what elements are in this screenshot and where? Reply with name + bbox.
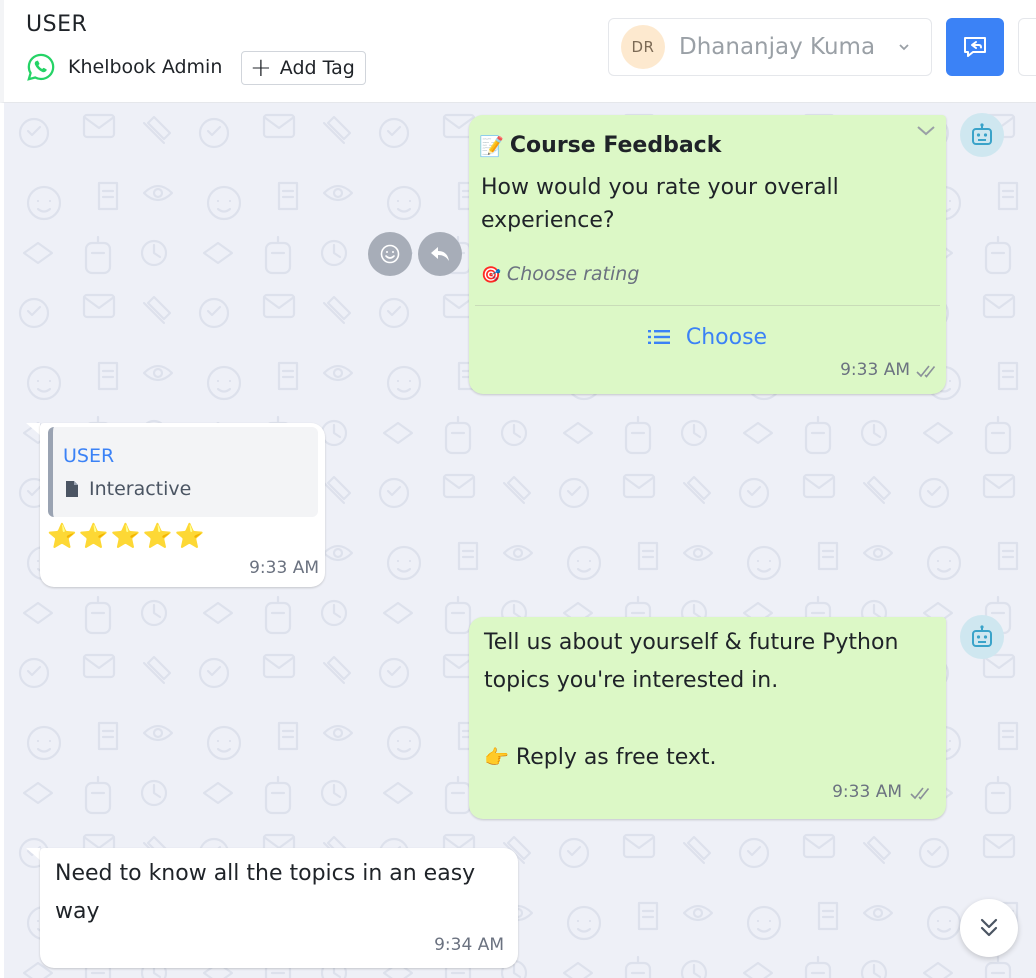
quoted-message[interactable]: USER Interactive <box>48 427 318 517</box>
message-time: 9:33 AM <box>249 558 319 578</box>
choose-label: Choose <box>685 324 768 350</box>
chevron-down-icon[interactable] <box>914 121 938 141</box>
message-title: 📝 Course Feedback <box>479 133 721 158</box>
message-body: Need to know all the topics in an easy w… <box>55 861 476 924</box>
divider <box>475 305 940 306</box>
memo-emoji: 📝 <box>479 133 504 158</box>
message-hint: 🎯 Choose rating <box>481 263 639 285</box>
quote-type-label: Interactive <box>89 478 192 500</box>
robot-icon <box>972 123 992 145</box>
smiley-icon <box>380 244 400 264</box>
reply-hint: Reply as free text. <box>515 745 717 770</box>
assignee-select[interactable]: DR Dhananjay Kuma <box>608 18 932 76</box>
message-body: How would you rate your overall experien… <box>481 175 839 233</box>
message-rating-reply: USER Interactive ⭐⭐⭐⭐⭐ 9:33 AM <box>40 423 325 587</box>
add-tag-label: Add Tag <box>279 57 355 79</box>
whatsapp-icon <box>27 53 55 81</box>
bubble-tail <box>26 848 40 860</box>
message-time: 9:33 AM <box>832 782 902 802</box>
document-icon <box>66 481 78 497</box>
message-python-topics: Tell us about yourself & future Python t… <box>469 617 946 819</box>
chat-header: USER Khelbook Admin + Add Tag DR Dhananj… <box>0 0 1036 103</box>
pointing-right-emoji: 👉 <box>484 745 509 769</box>
avatar: DR <box>621 25 665 69</box>
quote-type: Interactive <box>65 478 191 500</box>
choose-list-button[interactable]: Choose <box>469 314 946 360</box>
reply-arrow-icon <box>431 247 449 261</box>
message-time: 9:33 AM <box>840 360 910 380</box>
plus-icon: + <box>250 53 272 83</box>
add-tag-button[interactable]: + Add Tag <box>241 51 366 85</box>
bot-badge <box>960 113 1004 157</box>
conversation-panel[interactable]: 📝 Course Feedback How would you rate you… <box>4 103 1036 978</box>
account-name: Khelbook Admin <box>68 56 223 78</box>
list-icon <box>647 330 670 344</box>
target-emoji: 🎯 <box>481 264 501 284</box>
double-check-icon <box>910 787 930 800</box>
message-course-feedback: 📝 Course Feedback How would you rate you… <box>469 115 946 394</box>
assignee-name: Dhananjay Kuma <box>679 34 876 60</box>
message-hint-text: Choose rating <box>506 263 640 285</box>
emoji-react-button[interactable] <box>368 232 412 276</box>
robot-icon <box>972 625 992 647</box>
bot-badge <box>960 615 1004 659</box>
reply-message-button[interactable] <box>418 232 462 276</box>
scroll-to-bottom-button[interactable] <box>960 899 1018 957</box>
more-button[interactable] <box>1018 18 1036 76</box>
message-title-text: Course Feedback <box>509 133 722 158</box>
message-body: Tell us about yourself & future Python t… <box>484 624 934 777</box>
message-time: 9:34 AM <box>434 935 504 955</box>
rating-stars: ⭐⭐⭐⭐⭐ <box>47 522 207 550</box>
message-line: 👉 Reply as free text. <box>484 738 934 777</box>
double-check-icon <box>916 365 936 378</box>
reply-chat-icon <box>964 37 986 57</box>
double-chevron-down-icon <box>980 918 998 937</box>
message-user-reply: Need to know all the topics in an easy w… <box>40 848 518 968</box>
bubble-tail <box>26 423 40 435</box>
message-line: Tell us about yourself & future Python t… <box>484 630 899 693</box>
chevron-down-icon <box>899 44 909 51</box>
resolve-button[interactable] <box>946 18 1004 76</box>
quote-author: USER <box>63 445 115 467</box>
contact-title: USER <box>26 12 88 37</box>
